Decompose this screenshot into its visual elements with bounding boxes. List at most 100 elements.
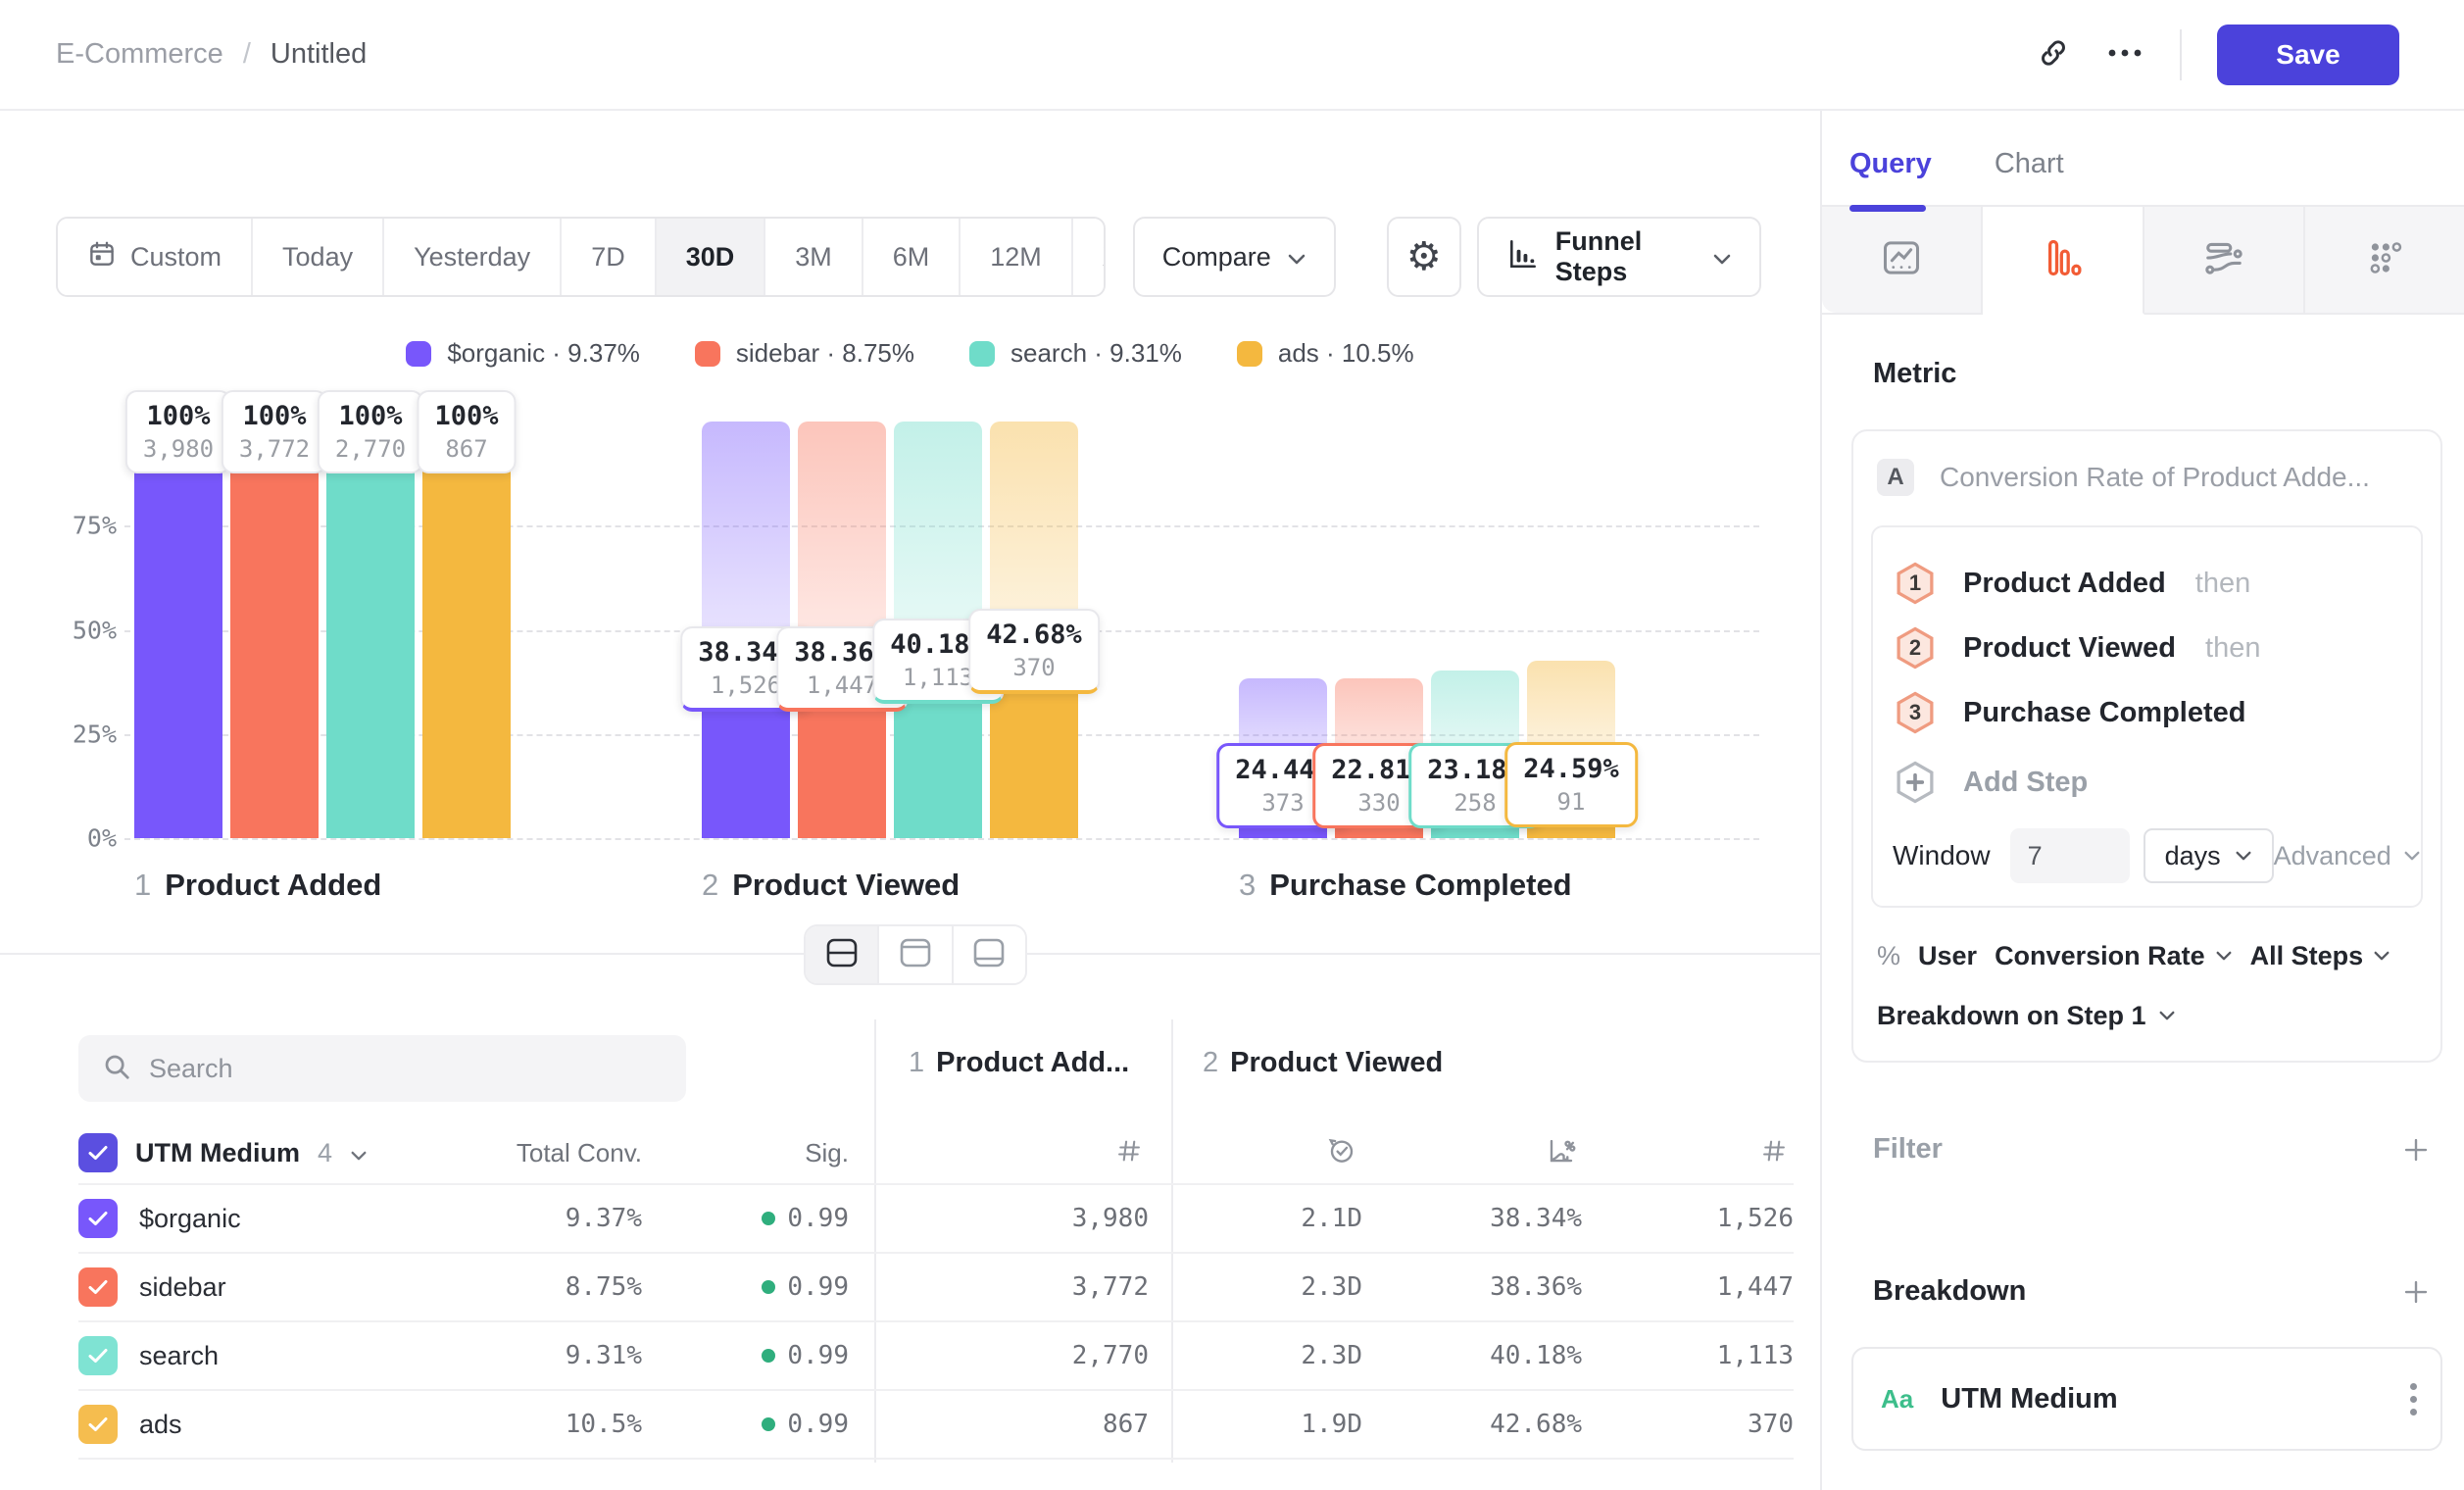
table-row-organic[interactable]: $organic 9.37% 0.99 3,980 2.1D 38.34% 1,…: [78, 1185, 1794, 1254]
sig-value: 0.99: [642, 1341, 849, 1370]
badge-percent: 100%: [239, 399, 310, 434]
chevron-down-icon: [350, 1138, 368, 1168]
step2-count: 370: [1582, 1410, 1794, 1439]
add-breakdown-button[interactable]: [2401, 1277, 2431, 1307]
sig-header[interactable]: Sig.: [642, 1138, 849, 1168]
measure-metric-dropdown[interactable]: Conversion Rate: [1995, 941, 2233, 971]
advanced-dropdown[interactable]: Advanced: [2274, 841, 2421, 871]
metric-ref-badge[interactable]: A: [1877, 459, 1914, 496]
step-number: 1: [909, 1047, 924, 1078]
add-step-button[interactable]: Add Step: [1893, 751, 2401, 814]
chart-type-tab-line-chart[interactable]: [1822, 207, 1983, 313]
avg-time-column-header[interactable]: [1171, 1136, 1362, 1170]
window-unit-label: days: [2165, 841, 2221, 871]
badge-count: 3,772: [239, 434, 310, 464]
bar-search-step1[interactable]: 100% 2,770: [326, 422, 415, 838]
layout-split-button[interactable]: [806, 926, 879, 983]
measure-scope-dropdown[interactable]: All Steps: [2250, 941, 2391, 971]
bar-ads-step1[interactable]: 100% 867: [422, 422, 511, 838]
add-step-label: Add Step: [1963, 767, 2088, 799]
layout-bottom-icon: [970, 937, 1008, 973]
table-row-search[interactable]: search 9.31% 0.99 2,770 2.3D 40.18% 1,11…: [78, 1322, 1794, 1391]
sig-dot-icon: [762, 1280, 775, 1294]
more-options-button[interactable]: [2105, 47, 2144, 62]
table-row-ads[interactable]: ads 10.5% 0.99 867 1.9D 42.68% 370: [78, 1391, 1794, 1460]
bar-organic-step1[interactable]: 100% 3,980: [134, 422, 222, 838]
metric-title[interactable]: Conversion Rate of Product Adde...: [1940, 462, 2370, 493]
step1-count: 3,772: [874, 1272, 1149, 1302]
window-unit-dropdown[interactable]: days: [2144, 828, 2274, 883]
chart-percent-icon: [1547, 1136, 1576, 1170]
query-step-3[interactable]: 3 Purchase Completed: [1893, 680, 2401, 745]
conversion-window-row: Window days Advanced: [1893, 827, 2401, 884]
sig-dot-icon: [762, 1417, 775, 1431]
row-checkbox[interactable]: [78, 1199, 118, 1238]
breakdown-on-step-dropdown[interactable]: Breakdown on Step 1: [1877, 1001, 2423, 1031]
breadcrumb-separator: /: [243, 38, 251, 71]
step-hexagon-badge: 2: [1893, 625, 1938, 670]
bar-ads-step3[interactable]: 24.59% 91: [1527, 422, 1615, 838]
total-conv-header[interactable]: Total Conv.: [412, 1138, 642, 1168]
step-name: Purchase Completed: [1269, 868, 1571, 902]
hash-icon: [1760, 1137, 1788, 1169]
breakdown-property-card[interactable]: Aa UTM Medium: [1851, 1347, 2442, 1451]
bar-ads-step2[interactable]: 42.68% 370: [990, 422, 1078, 838]
y-axis-tick: 50%: [34, 616, 117, 644]
breadcrumb: E-Commerce / Untitled: [56, 38, 367, 71]
step2-avg-time: 2.3D: [1171, 1341, 1362, 1370]
step2-count: 1,447: [1582, 1272, 1794, 1302]
value-badge: 100% 2,770: [318, 390, 423, 473]
tab-query[interactable]: Query: [1849, 134, 1932, 205]
chart-type-tab-retention-dots[interactable]: [2305, 207, 2464, 313]
chart-type-tab-flow[interactable]: [2144, 207, 2305, 313]
count-column-header[interactable]: [1582, 1137, 1794, 1169]
window-label: Window: [1893, 840, 1991, 871]
share-link-button[interactable]: [2037, 36, 2070, 73]
layout-bottom-button[interactable]: [954, 926, 1025, 983]
conversion-column-header[interactable]: [1362, 1136, 1582, 1170]
tab-chart[interactable]: Chart: [1995, 134, 2064, 205]
bar-sidebar-step1[interactable]: 100% 3,772: [230, 422, 319, 838]
query-step-2[interactable]: 2 Product Viewed then: [1893, 616, 2401, 680]
string-type-icon: Aa: [1881, 1384, 1913, 1415]
sig-dot-icon: [762, 1212, 775, 1225]
row-checkbox[interactable]: [78, 1405, 118, 1444]
kebab-menu-icon[interactable]: [2410, 1383, 2417, 1416]
converted-bar: [422, 422, 511, 838]
hexagon-plus-icon: [1893, 760, 1938, 805]
step-hexagon-badge: 3: [1893, 690, 1938, 735]
total-conv-value: 8.75%: [412, 1272, 642, 1302]
save-button[interactable]: Save: [2217, 25, 2399, 85]
layout-toggle-group: [804, 924, 1027, 985]
search-input[interactable]: [149, 1054, 663, 1084]
table-search[interactable]: [78, 1035, 686, 1102]
table-row-sidebar[interactable]: sidebar 8.75% 0.99 3,772 2.3D 38.36% 1,4…: [78, 1254, 1794, 1322]
count-column-header[interactable]: [874, 1137, 1149, 1169]
search-icon: [102, 1052, 131, 1086]
step-number: 1: [1893, 561, 1938, 606]
query-step-1[interactable]: 1 Product Added then: [1893, 551, 2401, 616]
query-panel: Query Chart Metric A Conversion Rate of …: [1820, 111, 2464, 1490]
hash-icon: [1115, 1137, 1143, 1169]
bar-organic-step2[interactable]: 38.34% 1,526: [702, 422, 790, 838]
chart-type-tab-funnel-bars[interactable]: [1983, 207, 2144, 315]
breadcrumb-project[interactable]: E-Commerce: [56, 38, 223, 71]
step-event-name: Purchase Completed: [1963, 697, 2245, 729]
step-number: 3: [1893, 690, 1938, 735]
window-value-input[interactable]: [2010, 828, 2130, 883]
layout-top-button[interactable]: [879, 926, 953, 983]
row-checkbox[interactable]: [78, 1267, 118, 1307]
breakdown-property-name: UTM Medium: [1941, 1383, 2117, 1416]
add-filter-button[interactable]: [2401, 1135, 2431, 1165]
measure-entity[interactable]: User: [1918, 941, 1977, 971]
badge-percent: 42.68%: [986, 618, 1082, 653]
badge-percent: 24.59%: [1523, 752, 1619, 787]
row-label: ads: [139, 1410, 182, 1440]
select-all-checkbox[interactable]: [78, 1133, 118, 1172]
converted-bar: [230, 422, 319, 838]
row-checkbox[interactable]: [78, 1336, 118, 1375]
breakdown-column-header[interactable]: UTM Medium: [135, 1138, 300, 1168]
measure-metric-label: Conversion Rate: [1995, 941, 2205, 971]
breadcrumb-current[interactable]: Untitled: [271, 38, 367, 71]
badge-count: 91: [1523, 787, 1619, 817]
